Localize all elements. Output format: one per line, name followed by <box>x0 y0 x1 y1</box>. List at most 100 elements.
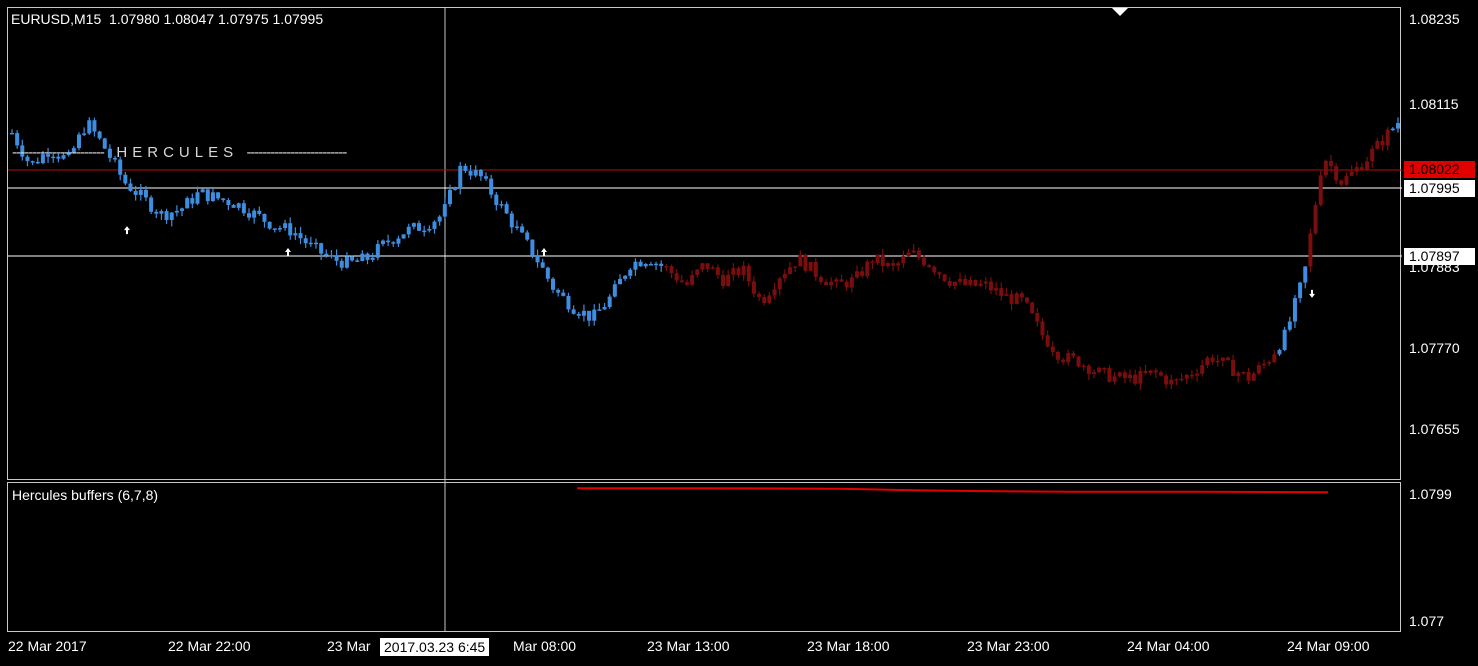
candle-body <box>710 267 715 269</box>
candle-body <box>679 280 684 283</box>
candle-body <box>1339 180 1344 185</box>
candle-body <box>623 275 628 279</box>
candle-body <box>360 253 365 262</box>
candle-body <box>741 265 746 276</box>
candle-body <box>824 281 829 286</box>
candle-body <box>375 244 380 258</box>
candle-body <box>241 203 246 214</box>
candle-body <box>834 279 839 282</box>
candle-body <box>463 165 468 171</box>
time-axis[interactable]: 22 Mar 2017 22 Mar 22:00 23 Mar Mar 08:0… <box>0 632 1403 666</box>
candle-body <box>216 192 221 199</box>
candle-body <box>844 281 849 288</box>
time-tick: Mar 08:00 <box>513 638 577 654</box>
candle-body <box>1215 360 1220 363</box>
candle-body <box>1122 372 1127 379</box>
candle-body <box>1231 359 1236 377</box>
candle-body <box>1205 357 1210 366</box>
candle-body <box>190 198 195 204</box>
candle-body <box>257 210 262 214</box>
candle-body <box>994 288 999 291</box>
price-axis[interactable]: 1.08235 1.08115 1.07883 1.07770 1.07655 … <box>1403 0 1478 666</box>
candle-body <box>875 254 880 263</box>
candle-body <box>782 273 787 279</box>
candle-body <box>231 205 236 208</box>
candle-body <box>1256 365 1261 374</box>
candle-body <box>339 260 344 268</box>
candle-body <box>1365 161 1370 171</box>
candle-body <box>514 226 519 228</box>
candle-body <box>947 281 952 286</box>
candle-body <box>1370 148 1375 162</box>
candle-body <box>1133 374 1138 384</box>
candle-body <box>535 255 540 263</box>
candle-body <box>1030 302 1035 314</box>
candle-body <box>916 250 921 258</box>
candle-body <box>277 228 282 230</box>
candle-body <box>690 274 695 285</box>
hline-price-box: 1.07995 <box>1404 180 1475 197</box>
candle-body <box>602 306 607 310</box>
time-tick: 23 Mar 13:00 <box>647 638 730 654</box>
hercules-label-row: ----------------------- HERCULES -------… <box>12 144 347 161</box>
hercules-buffer-line <box>577 487 1329 494</box>
candle-body <box>1081 365 1086 368</box>
candle-body <box>1014 293 1019 304</box>
buy-arrow-icon <box>541 247 547 256</box>
buy-arrow-icon <box>285 247 291 256</box>
candle-body <box>149 197 154 212</box>
candle-body <box>659 263 664 267</box>
candle-body <box>607 296 612 307</box>
price-tick: 1.07655 <box>1409 421 1460 437</box>
candle-body <box>885 263 890 267</box>
candle-body <box>308 242 313 245</box>
candle-body <box>1308 233 1313 267</box>
candle-body <box>504 204 509 214</box>
candle-body <box>1117 372 1122 377</box>
candle-body <box>447 189 452 205</box>
price-tick: 1.07770 <box>1409 340 1460 356</box>
candle-body <box>587 310 592 321</box>
candle-body <box>958 278 963 282</box>
candle-body <box>185 198 190 209</box>
candle-body <box>1025 297 1030 303</box>
candle-body <box>442 204 447 217</box>
candle-body <box>1375 140 1380 149</box>
candle-body <box>1200 365 1205 374</box>
candle-body <box>205 189 210 202</box>
candle-body <box>1169 379 1174 385</box>
candle-body <box>313 242 318 245</box>
candle-body <box>1045 335 1050 347</box>
candle-body <box>422 230 427 233</box>
candle-body <box>174 210 179 213</box>
candle-body <box>772 289 777 296</box>
candle-body <box>1267 362 1272 364</box>
candle-body <box>545 267 550 279</box>
candle-body <box>684 282 689 285</box>
candle-body <box>180 208 185 211</box>
candle-body <box>1390 128 1395 131</box>
candle-body <box>499 204 504 206</box>
candle-body <box>638 261 643 267</box>
candle-body <box>1195 373 1200 376</box>
candle-body <box>283 223 288 229</box>
candle-body <box>581 310 586 316</box>
candle-body <box>159 211 164 214</box>
candle-body <box>1009 294 1014 304</box>
time-tick: 24 Mar 09:00 <box>1287 638 1370 654</box>
candle-body <box>453 188 458 190</box>
candle-body <box>865 261 870 277</box>
candle-body <box>432 221 437 229</box>
candle-body <box>1236 372 1241 377</box>
candle-body <box>1092 372 1097 374</box>
candle-body <box>669 266 674 274</box>
candle-body <box>628 269 633 276</box>
time-tick: 23 Mar 23:00 <box>967 638 1050 654</box>
hline-price-box: 1.07897 <box>1404 248 1475 265</box>
candle-body <box>468 170 473 176</box>
candle-body <box>1246 371 1251 381</box>
candle-body <box>1292 298 1297 322</box>
candle-body <box>777 278 782 290</box>
candle-body <box>968 279 973 285</box>
candle-body <box>143 189 148 198</box>
